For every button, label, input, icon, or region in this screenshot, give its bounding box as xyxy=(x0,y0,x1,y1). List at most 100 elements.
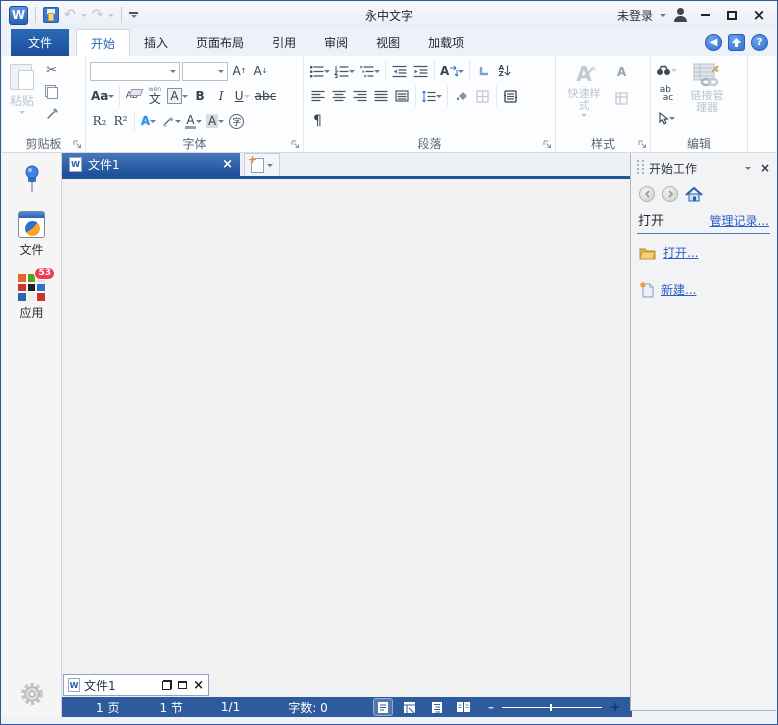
outline-view-button[interactable] xyxy=(428,699,446,715)
distribute-text-button[interactable] xyxy=(392,86,411,106)
select-button[interactable] xyxy=(655,108,678,128)
child-restore-icon[interactable] xyxy=(162,680,172,690)
help-icon[interactable]: ? xyxy=(751,34,768,51)
minimize-button[interactable] xyxy=(695,7,715,23)
grow-font-button[interactable]: A↑ xyxy=(230,61,249,81)
zoom-slider[interactable] xyxy=(502,707,602,708)
customize-qat-button[interactable] xyxy=(129,12,138,18)
read-view-button[interactable] xyxy=(455,699,473,715)
redo-icon[interactable]: ↷ xyxy=(92,8,104,22)
font-color-button[interactable]: A xyxy=(184,111,203,131)
borders-button[interactable] xyxy=(473,86,492,106)
shading-button[interactable] xyxy=(452,86,471,106)
text-effects-button[interactable]: A xyxy=(139,111,158,131)
cut-button[interactable]: ✂ xyxy=(42,60,61,80)
pin-sidebar-button[interactable] xyxy=(21,165,43,195)
user-avatar-icon[interactable] xyxy=(673,8,688,22)
pane-forward-button[interactable] xyxy=(662,186,678,202)
character-shading-button[interactable]: A xyxy=(205,111,225,131)
pane-menu-caret[interactable] xyxy=(745,167,751,170)
tab-stop-button[interactable] xyxy=(474,61,493,81)
clear-formatting-button[interactable]: AB xyxy=(124,86,143,106)
save-icon[interactable] xyxy=(43,7,59,23)
redo-dropdown-caret[interactable] xyxy=(108,14,114,17)
find-button[interactable] xyxy=(655,60,678,80)
font-name-combo[interactable] xyxy=(90,62,180,81)
font-dialog-launcher-icon[interactable] xyxy=(291,140,300,149)
maximize-button[interactable] xyxy=(722,7,742,23)
new-file-row[interactable]: 新建... xyxy=(639,281,770,298)
new-document-button[interactable] xyxy=(244,153,280,176)
tab-review[interactable]: 审阅 xyxy=(310,29,362,56)
page-count[interactable]: 1 页 xyxy=(96,699,119,716)
shrink-font-button[interactable]: A↓ xyxy=(251,61,270,81)
document-tab-close-icon[interactable]: × xyxy=(222,157,233,172)
open-file-row[interactable]: 打开... xyxy=(639,244,770,261)
align-center-button[interactable] xyxy=(329,86,348,106)
align-right-button[interactable] xyxy=(350,86,369,106)
phonetic-guide-button[interactable]: wén文 xyxy=(145,86,164,106)
line-spacing-button[interactable] xyxy=(420,86,443,106)
multilevel-list-button[interactable] xyxy=(358,61,381,81)
style-inspector-button[interactable]: A xyxy=(612,62,631,82)
document-area[interactable]: W 文件1 × xyxy=(62,179,632,697)
manage-records-link[interactable]: 管理记录... xyxy=(710,212,769,229)
superscript-button[interactable]: R² xyxy=(111,111,130,131)
undo-dropdown-caret[interactable] xyxy=(81,14,87,17)
clipboard-dialog-launcher-icon[interactable] xyxy=(73,140,82,149)
change-case-button[interactable]: Aa xyxy=(90,86,115,106)
numbered-list-button[interactable] xyxy=(333,61,356,81)
underline-button[interactable]: U xyxy=(233,86,252,106)
tab-view[interactable]: 视图 xyxy=(362,29,414,56)
increase-indent-button[interactable] xyxy=(411,61,430,81)
justify-button[interactable] xyxy=(371,86,390,106)
back-icon[interactable]: ◀ xyxy=(705,34,722,51)
undo-icon[interactable]: ↶ xyxy=(64,8,76,22)
subscript-button[interactable]: R₂ xyxy=(90,111,109,131)
sidebar-item-file[interactable]: 文件 xyxy=(18,211,45,258)
child-close-icon[interactable]: × xyxy=(193,679,204,692)
pane-back-button[interactable] xyxy=(639,186,655,202)
section-count[interactable]: 1 节 xyxy=(159,699,182,716)
zoom-slider-thumb[interactable] xyxy=(550,704,552,711)
web-layout-view-button[interactable] xyxy=(401,699,419,715)
decrease-indent-button[interactable] xyxy=(390,61,409,81)
change-styles-button[interactable] xyxy=(612,88,631,108)
account-dropdown-caret[interactable] xyxy=(660,14,666,17)
sort-button[interactable]: AZ xyxy=(495,61,514,81)
align-left-button[interactable] xyxy=(308,86,327,106)
child-window-bar[interactable]: W 文件1 × xyxy=(63,674,209,696)
print-layout-view-button[interactable] xyxy=(374,699,392,715)
zoom-in-button[interactable]: + xyxy=(610,700,620,714)
copy-button[interactable] xyxy=(42,82,61,102)
italic-button[interactable]: I xyxy=(212,86,231,106)
settings-button[interactable] xyxy=(19,681,45,707)
styles-dialog-launcher-icon[interactable] xyxy=(638,140,647,149)
zoom-out-button[interactable]: – xyxy=(488,700,494,714)
tab-references[interactable]: 引用 xyxy=(258,29,310,56)
paragraph-dialog-launcher-icon[interactable] xyxy=(543,140,552,149)
new-file-link[interactable]: 新建... xyxy=(661,281,696,298)
page-position[interactable]: 1/1 xyxy=(221,700,240,714)
strikethrough-button[interactable]: abc xyxy=(254,86,278,106)
paste-button[interactable]: 粘贴 xyxy=(6,60,38,124)
character-border-button[interactable]: A xyxy=(166,86,188,106)
pane-home-button[interactable] xyxy=(685,187,703,202)
replace-button[interactable]: abac xyxy=(655,84,678,104)
account-label[interactable]: 未登录 xyxy=(617,7,653,24)
quick-styles-button[interactable]: A 快速样式 xyxy=(560,60,608,119)
font-size-combo[interactable] xyxy=(182,62,228,81)
tab-file[interactable]: 文件 xyxy=(11,29,69,56)
bold-button[interactable]: B xyxy=(191,86,210,106)
child-maximize-icon[interactable] xyxy=(178,681,187,689)
enclose-character-button[interactable]: 字 xyxy=(227,111,246,131)
sidebar-item-apps[interactable]: 53 应用 xyxy=(18,274,45,321)
tab-addins[interactable]: 加载项 xyxy=(414,29,478,56)
asian-layout-button[interactable]: A xyxy=(439,61,465,81)
tab-home[interactable]: 开始 xyxy=(76,29,130,56)
word-count[interactable]: 字数: 0 xyxy=(288,699,328,716)
pane-grip-handle[interactable] xyxy=(637,160,644,176)
link-manager-button[interactable]: 链接管理器 xyxy=(683,60,731,128)
close-button[interactable]: × xyxy=(749,7,769,23)
show-marks-button[interactable]: ¶ xyxy=(308,111,327,131)
